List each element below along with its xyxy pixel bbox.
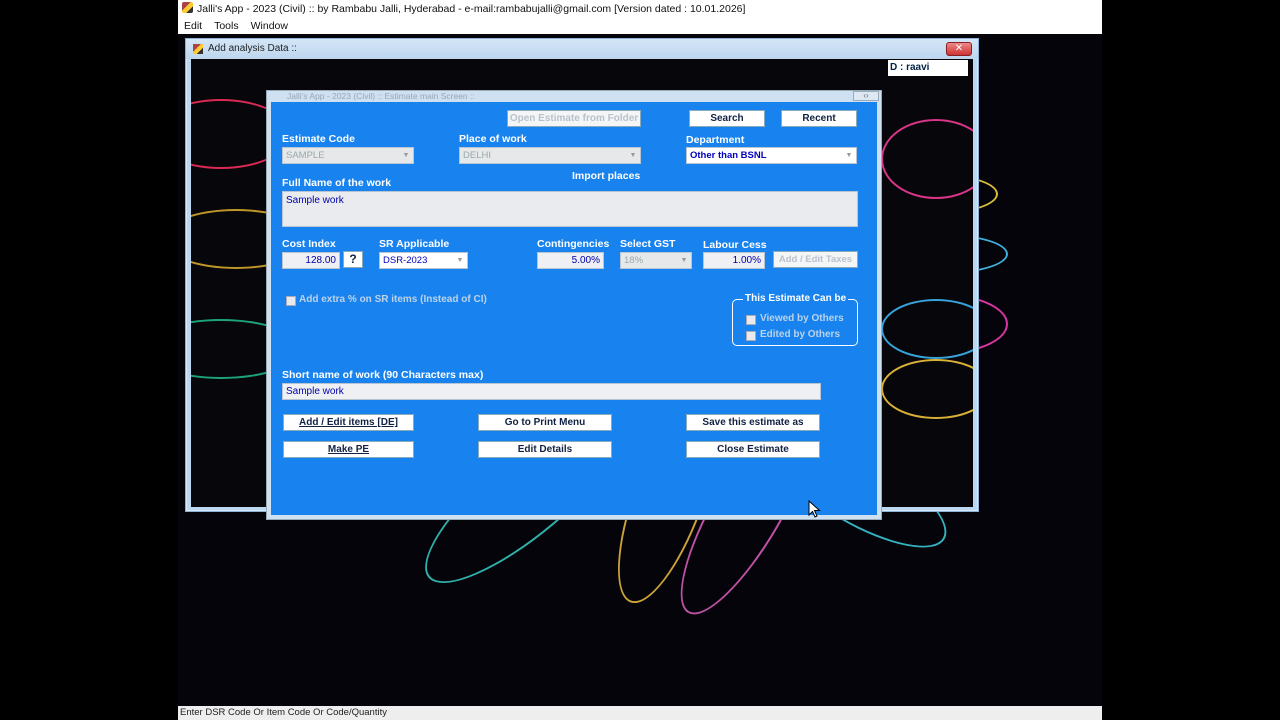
- short-name-label: Short name of work (90 Characters max): [282, 369, 484, 381]
- estimate-code-value: SAMPLE: [286, 150, 325, 161]
- department-value: Other than BSNL: [690, 150, 767, 161]
- make-pe-label: Make PE: [327, 444, 370, 455]
- app-title-bar: Jalli's App - 2023 (Civil) :: by Rambabu…: [178, 0, 1102, 18]
- make-pe-button[interactable]: Make PE: [283, 441, 414, 458]
- add-edit-items-button[interactable]: Add / Edit items [DE]: [283, 414, 414, 431]
- estimate-code-label: Estimate Code: [282, 133, 355, 145]
- extra-percent-checkbox[interactable]: [286, 296, 296, 306]
- chevron-down-icon: ▼: [680, 257, 688, 264]
- status-bar: Enter DSR Code Or Item Code Or Code/Quan…: [178, 706, 1102, 720]
- open-estimate-folder-button[interactable]: Open Estimate from Folder: [507, 110, 641, 127]
- analysis-title: Add analysis Data ::: [208, 43, 297, 54]
- cost-index-input[interactable]: 128.00: [282, 252, 340, 269]
- estimate-main-window: Jalli's App - 2023 (Civil) :: Estimate m…: [266, 90, 882, 520]
- restore-icon[interactable]: ‹›: [853, 91, 879, 101]
- extra-percent-label: Add extra % on SR items (Instead of CI): [299, 294, 487, 305]
- estimate-code-select[interactable]: SAMPLE ▼: [282, 147, 414, 164]
- estimate-title-bar[interactable]: Jalli's App - 2023 (Civil) :: Estimate m…: [267, 91, 881, 102]
- user-label: D : raavi: [888, 60, 968, 76]
- import-places-link[interactable]: Import places: [572, 170, 640, 182]
- sr-applicable-label: SR Applicable: [379, 238, 450, 250]
- close-estimate-button[interactable]: Close Estimate: [686, 441, 820, 458]
- full-name-textarea[interactable]: Sample work: [282, 191, 858, 227]
- menu-tools[interactable]: Tools: [208, 18, 245, 34]
- estimate-panel: Open Estimate from Folder Search Recent …: [271, 102, 877, 515]
- workspace-background: Add analysis Data :: ✕ D : raavi Jalli's…: [178, 34, 1102, 706]
- viewed-by-others-checkbox[interactable]: [746, 315, 756, 325]
- full-name-label: Full Name of the work: [282, 177, 392, 189]
- viewed-by-others-label: Viewed by Others: [760, 313, 844, 324]
- sr-applicable-value: DSR-2023: [383, 255, 428, 266]
- chevron-down-icon: ▼: [456, 257, 464, 264]
- add-edit-taxes-button[interactable]: Add / Edit Taxes: [773, 251, 858, 268]
- app-title: Jalli's App - 2023 (Civil) :: by Rambabu…: [197, 3, 746, 15]
- department-select[interactable]: Other than BSNL ▼: [686, 147, 857, 164]
- labour-cess-input[interactable]: 1.00%: [703, 252, 765, 269]
- save-estimate-as-button[interactable]: Save this estimate as: [686, 414, 820, 431]
- sr-applicable-select[interactable]: DSR-2023 ▼: [379, 252, 468, 269]
- place-of-work-value: DELHI: [463, 150, 491, 161]
- estimate-title: Jalli's App - 2023 (Civil) :: Estimate m…: [287, 91, 475, 101]
- select-gst-label: Select GST: [620, 238, 676, 250]
- chevron-down-icon: ▼: [629, 152, 637, 159]
- swirl-decoration: [881, 119, 973, 199]
- contingencies-input[interactable]: 5.00%: [537, 252, 604, 269]
- app-logo-icon: [182, 2, 193, 13]
- sharing-group-label: This Estimate Can be: [743, 293, 849, 304]
- search-button[interactable]: Search: [689, 110, 765, 127]
- print-menu-button[interactable]: Go to Print Menu: [478, 414, 612, 431]
- app-window: Jalli's App - 2023 (Civil) :: by Rambabu…: [178, 0, 1102, 720]
- labour-cess-label: Labour Cess: [703, 239, 767, 251]
- department-label: Department: [686, 134, 745, 146]
- menu-edit[interactable]: Edit: [178, 18, 208, 34]
- edit-details-button[interactable]: Edit Details: [478, 441, 612, 458]
- swirl-decoration: [881, 359, 973, 419]
- analysis-title-bar[interactable]: Add analysis Data :: ✕: [186, 39, 978, 59]
- mouse-pointer-icon: [808, 500, 821, 518]
- help-button[interactable]: ?: [343, 251, 363, 268]
- chevron-down-icon: ▼: [845, 152, 853, 159]
- dialog-logo-icon: [193, 44, 203, 54]
- cost-index-label: Cost Index: [282, 238, 336, 250]
- place-of-work-label: Place of work: [459, 133, 527, 145]
- contingencies-label: Contingencies: [537, 238, 610, 250]
- swirl-decoration: [881, 299, 973, 359]
- edited-by-others-label: Edited by Others: [760, 329, 841, 340]
- add-edit-items-label: Add / Edit items [DE]: [299, 417, 398, 428]
- edited-by-others-checkbox[interactable]: [746, 331, 756, 341]
- gst-select[interactable]: 18% ▼: [620, 252, 692, 269]
- recent-button[interactable]: Recent: [781, 110, 857, 127]
- chevron-down-icon: ▼: [402, 152, 410, 159]
- gst-value: 18%: [624, 255, 644, 266]
- menu-bar: Edit Tools Window: [178, 18, 1102, 34]
- menu-window[interactable]: Window: [245, 18, 294, 34]
- close-icon[interactable]: ✕: [946, 42, 972, 56]
- short-name-input[interactable]: Sample work: [282, 383, 821, 400]
- place-of-work-select[interactable]: DELHI ▼: [459, 147, 641, 164]
